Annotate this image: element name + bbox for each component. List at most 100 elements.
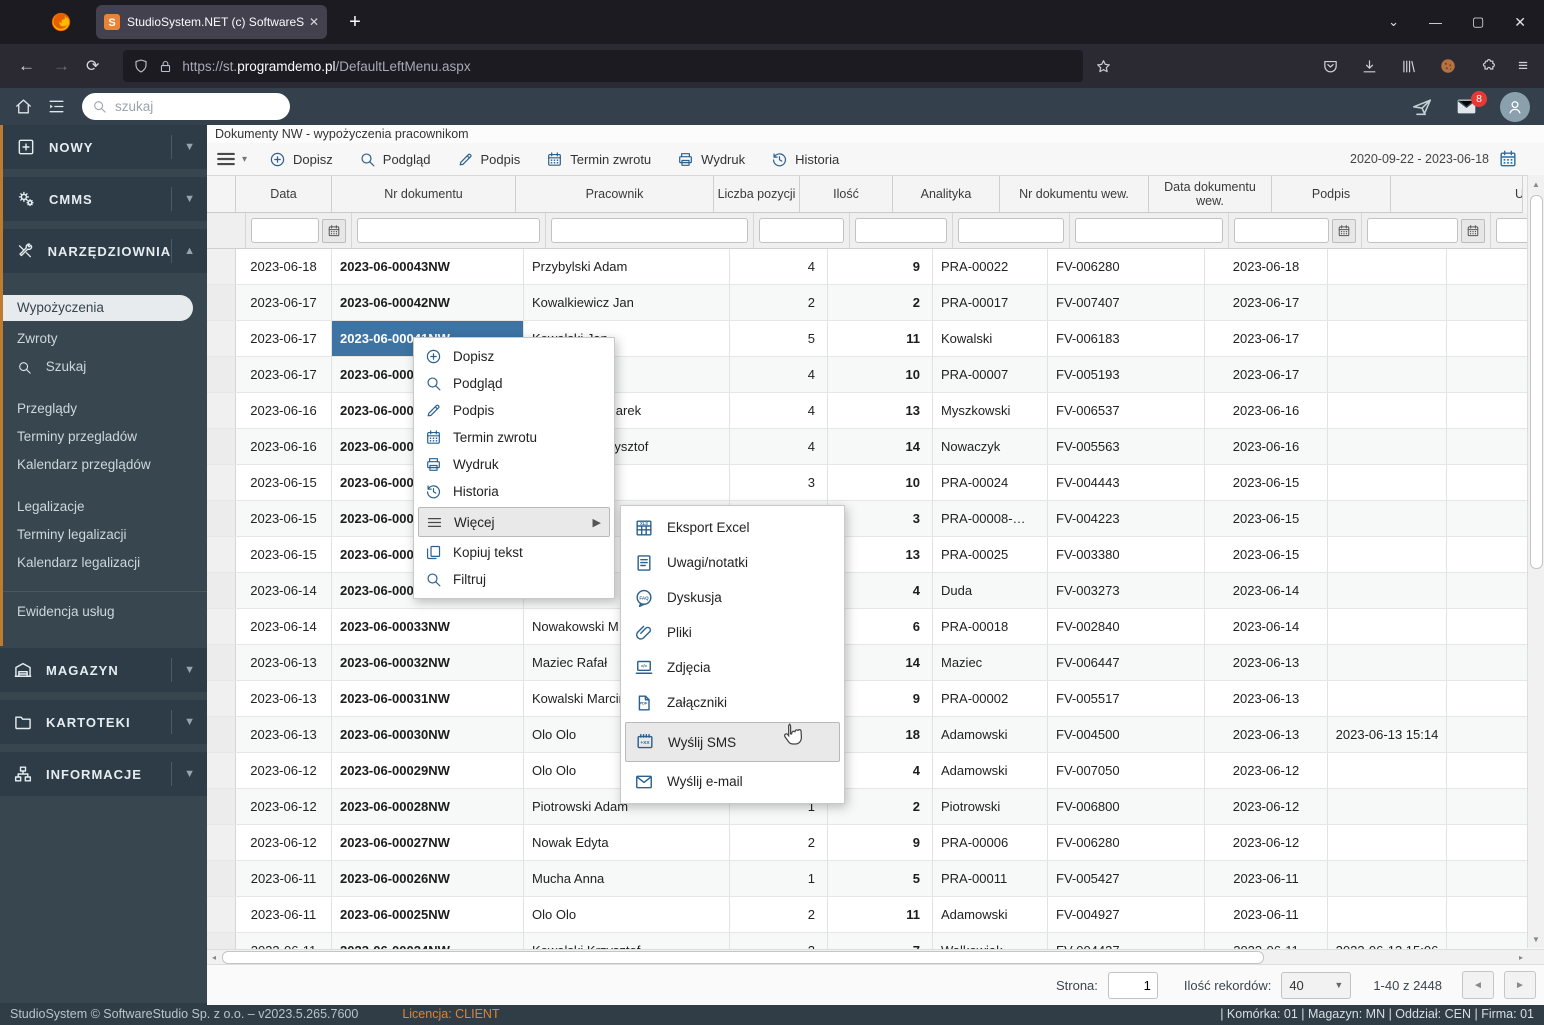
table-cell[interactable]: 11 [828, 321, 933, 356]
table-cell[interactable]: PRA-00025 [933, 537, 1048, 572]
window-minimize-button[interactable]: — [1429, 15, 1442, 30]
chevron-down-icon[interactable]: ▼ [171, 135, 197, 159]
row-handle[interactable] [207, 609, 236, 644]
table-cell[interactable]: FV-004437 [1048, 933, 1205, 949]
table-cell[interactable] [1328, 249, 1447, 284]
context-menu-item-więcej[interactable]: Więcej ▶ [418, 507, 610, 537]
sidebar-item-terminy-legalizacji[interactable]: Terminy legalizacji [3, 521, 207, 549]
home-icon[interactable] [14, 97, 33, 116]
sidebar-item-szukaj[interactable]: Szukaj [3, 353, 207, 381]
table-row[interactable]: 2023-06-12 2023-06-00029NW Olo Olo 4 Adamows… [207, 753, 1544, 789]
filter-input-7[interactable] [1075, 218, 1223, 243]
column-header-10[interactable]: Uwagi [1391, 176, 1523, 213]
column-header-6[interactable]: Analityka [893, 176, 1000, 213]
context-menu-item-wydruk[interactable]: Wydruk [414, 451, 614, 478]
table-cell[interactable]: 2023-06-12 [236, 753, 332, 788]
window-close-button[interactable]: ✕ [1514, 14, 1526, 31]
table-cell[interactable]: 2023-06-14 [236, 609, 332, 644]
context-menu-item-termin-zwrotu[interactable]: Termin zwrotu [414, 424, 614, 451]
send-plane-icon[interactable] [1411, 96, 1433, 118]
table-cell[interactable]: 2023-06-14 [236, 573, 332, 608]
table-cell[interactable]: 2023-06-18 [1205, 249, 1328, 284]
table-cell[interactable]: FV-003380 [1048, 537, 1205, 572]
table-cell[interactable] [1328, 465, 1447, 500]
table-cell[interactable]: 2023-06-15 [236, 501, 332, 536]
table-row[interactable]: 2023-06-12 2023-06-00028NW Piotrowski Adam… [207, 789, 1544, 825]
table-cell[interactable]: PRA-00024 [933, 465, 1048, 500]
table-cell[interactable] [1328, 573, 1447, 608]
table-cell[interactable]: FV-006800 [1048, 789, 1205, 824]
row-handle[interactable] [207, 465, 236, 500]
submenu-item-uwagi-notatki[interactable]: Uwagi/notatki [621, 545, 844, 580]
vertical-scrollbar[interactable]: ▲ ▼ [1527, 175, 1544, 948]
collapse-menu-icon[interactable] [47, 97, 66, 116]
table-cell[interactable]: Adamowski [933, 717, 1048, 752]
page-number-input[interactable] [1107, 971, 1158, 999]
sidebar-item-legalizacje[interactable]: Legalizacje [3, 493, 207, 521]
table-row[interactable]: 2023-06-15 2023-06-00037NW 3 10 PRA-00024 FV-… [207, 465, 1544, 501]
table-cell[interactable]: 10 [828, 357, 933, 392]
column-header-3[interactable]: Pracownik [516, 176, 714, 213]
table-row[interactable]: 2023-06-15 2023-06-00036NW 3 PRA-00008-… FV-… [207, 501, 1544, 537]
horizontal-scroll-thumb[interactable] [222, 951, 1264, 964]
new-tab-button[interactable]: + [341, 11, 369, 34]
row-handle[interactable] [207, 573, 236, 608]
table-cell[interactable]: FV-007407 [1048, 285, 1205, 320]
row-handle[interactable] [207, 789, 236, 824]
table-cell[interactable]: 2023-06-17 [1205, 321, 1328, 356]
table-cell[interactable]: 14 [828, 429, 933, 464]
context-menu-item-filtruj[interactable]: Filtruj [414, 566, 614, 593]
row-handle[interactable] [207, 897, 236, 932]
row-handle[interactable] [207, 753, 236, 788]
table-cell[interactable]: 2023-06-13 15:14 [1328, 717, 1447, 752]
table-cell[interactable]: FV-006280 [1048, 249, 1205, 284]
filter-input-1[interactable] [251, 218, 319, 243]
table-cell[interactable] [1328, 645, 1447, 680]
table-cell[interactable]: 2 [730, 897, 828, 932]
table-cell[interactable]: 5 [828, 861, 933, 896]
table-cell[interactable]: 2023-06-18 [236, 249, 332, 284]
table-cell[interactable]: PRA-00018 [933, 609, 1048, 644]
table-cell[interactable]: 4 [730, 357, 828, 392]
table-cell[interactable]: Nowaczyk [933, 429, 1048, 464]
row-handle[interactable] [207, 321, 236, 356]
row-handle[interactable] [207, 537, 236, 572]
reload-button[interactable]: ⟳ [86, 56, 99, 76]
sidebar-item-kalendarz-przeglądów[interactable]: Kalendarz przeglądów [3, 451, 207, 479]
table-cell[interactable] [1328, 285, 1447, 320]
table-cell[interactable]: 2023-06-16 [1205, 393, 1328, 428]
table-cell[interactable]: 4 [730, 249, 828, 284]
submenu-item-eksport-excel[interactable]: Eksport Excel [621, 510, 844, 545]
table-cell[interactable]: FV-003273 [1048, 573, 1205, 608]
table-row[interactable]: 2023-06-162023-06-00039NWMyszkowski Mare… [207, 393, 1544, 429]
submenu-item-wyślij-sms[interactable]: Wyślij SMS [625, 722, 840, 762]
table-cell[interactable]: Nowak Edyta [524, 825, 730, 860]
table-cell[interactable]: FV-005563 [1048, 429, 1205, 464]
row-handle[interactable] [207, 861, 236, 896]
table-cell[interactable]: Maziec [933, 645, 1048, 680]
table-cell[interactable]: 2023-06-00030NW [332, 717, 524, 752]
context-menu-item-podpis[interactable]: Podpis [414, 397, 614, 424]
table-cell[interactable]: 7 [828, 933, 933, 949]
browser-menu-icon[interactable]: ≡ [1518, 56, 1528, 76]
table-cell[interactable]: 2023-06-00032NW [332, 645, 524, 680]
table-row[interactable]: 2023-06-17 2023-06-00040NW 4 10 PRA-00007 FV-… [207, 357, 1544, 393]
table-cell[interactable] [1328, 861, 1447, 896]
filter-calendar-icon[interactable] [1461, 218, 1485, 243]
table-cell[interactable]: 2023-06-12 [236, 789, 332, 824]
table-cell[interactable]: 13 [828, 393, 933, 428]
context-menu-item-historia[interactable]: Historia [414, 478, 614, 505]
table-cell[interactable]: FV-005517 [1048, 681, 1205, 716]
table-cell[interactable]: Piotrowski [933, 789, 1048, 824]
row-handle[interactable] [207, 717, 236, 752]
table-cell[interactable] [1328, 429, 1447, 464]
next-page-button[interactable]: ► [1504, 971, 1536, 999]
user-account-button[interactable] [1500, 91, 1530, 122]
column-header-4[interactable]: Liczba pozycji [714, 176, 800, 213]
filter-input-8[interactable] [1234, 218, 1329, 243]
row-handle[interactable] [207, 825, 236, 860]
table-cell[interactable]: 2023-06-11 [1205, 933, 1328, 949]
table-row[interactable]: 2023-06-11 2023-06-00025NW Olo Olo 2 11 Adamo… [207, 897, 1544, 933]
toolbar-button-wydruk[interactable]: Wydruk [677, 151, 745, 168]
table-cell[interactable]: 2 [730, 825, 828, 860]
